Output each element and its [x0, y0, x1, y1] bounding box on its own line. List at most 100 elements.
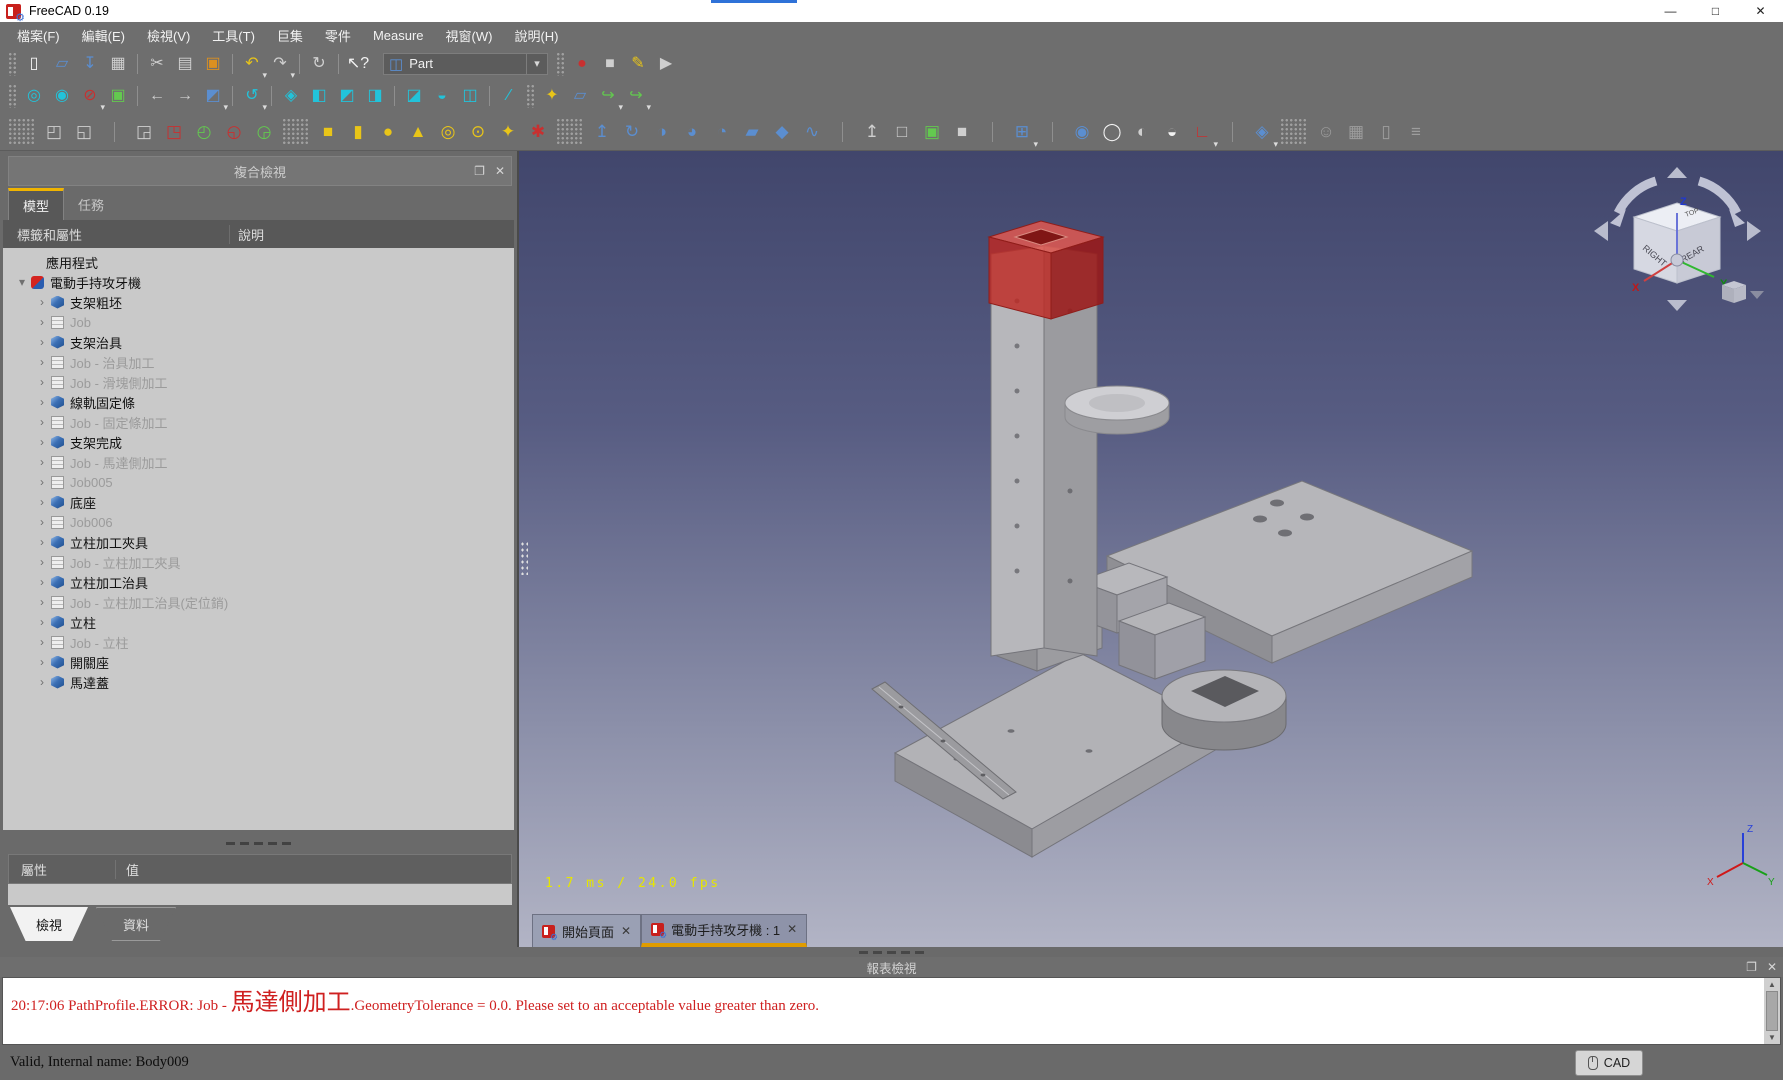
tree-item[interactable]: › Job - 固定條加工	[3, 412, 514, 432]
whats-this-button[interactable]: ↖?	[345, 51, 371, 77]
tree-item[interactable]: ▾ 電動手持攻牙機	[3, 272, 514, 292]
combo-view-tab[interactable]: 任務	[64, 188, 118, 220]
copy-button[interactable]: ▤	[172, 51, 198, 77]
tree-item[interactable]: › 立柱加工夾具	[3, 532, 514, 552]
tree-item[interactable]: › 線軌固定條	[3, 392, 514, 412]
scrollbar-thumb[interactable]	[1766, 991, 1778, 1031]
print-button[interactable]: ▦	[105, 51, 131, 77]
expand-caret-icon[interactable]: ›	[35, 355, 49, 369]
panel-splitter-handle[interactable]	[3, 836, 514, 850]
report-scrollbar[interactable]: ▲ ▼	[1764, 978, 1780, 1044]
revolve-button[interactable]: ↻	[618, 118, 646, 146]
property-tab[interactable]: 資料	[96, 907, 176, 941]
draw-style-button[interactable]: ⊘	[77, 83, 103, 109]
expand-caret-icon[interactable]: ›	[35, 335, 49, 349]
tree-item[interactable]: › Job005	[3, 472, 514, 492]
sphere-primitive-button[interactable]: ●	[374, 118, 402, 146]
box-selection-button[interactable]: ▣	[105, 83, 131, 109]
create-group-button[interactable]: ▱	[567, 83, 593, 109]
tree-item[interactable]: › Job - 立柱加工治具(定位銷)	[3, 592, 514, 612]
column-description[interactable]: 說明	[230, 225, 264, 244]
cone-primitive-button[interactable]: ▲	[404, 118, 432, 146]
mirror-button[interactable]: ◑	[648, 118, 676, 146]
workbench-selector[interactable]: ◫ Part ▾	[383, 53, 548, 75]
save-button[interactable]: ↧	[77, 51, 103, 77]
check-geometry-button[interactable]: ◵	[220, 118, 248, 146]
maximize-button[interactable]: □	[1693, 0, 1738, 22]
tree-item[interactable]: 應用程式	[3, 252, 514, 272]
document-tab[interactable]: 電動手持攻牙機 : 1 ✕	[641, 914, 807, 947]
spreadsheet-button[interactable]: ▯	[1372, 118, 1400, 146]
expand-caret-icon[interactable]: ›	[35, 475, 49, 489]
sweep-button[interactable]: ∿	[798, 118, 826, 146]
combo-view-tab[interactable]: 模型	[8, 188, 64, 220]
tree-item[interactable]: › 支架治具	[3, 332, 514, 352]
open-file-button[interactable]: ▱	[49, 51, 75, 77]
rear-view-button[interactable]: ◪	[401, 83, 427, 109]
tree-item[interactable]: › Job - 立柱加工夾具	[3, 552, 514, 572]
expand-caret-icon[interactable]: ›	[35, 415, 49, 429]
navigation-style-button[interactable]: CAD	[1575, 1050, 1643, 1076]
menu-item[interactable]: 編輯(E)	[71, 22, 136, 48]
undo-button[interactable]: ↶	[239, 51, 265, 77]
expand-caret-icon[interactable]: ›	[35, 315, 49, 329]
extrude-button[interactable]: ↥	[588, 118, 616, 146]
menu-item[interactable]: 檔案(F)	[6, 22, 71, 48]
tree-item[interactable]: › Job006	[3, 512, 514, 532]
tree-item[interactable]: › 馬達蓋	[3, 672, 514, 692]
fit-all-button[interactable]: ◎	[21, 83, 47, 109]
document-tab[interactable]: 開始頁面 ✕	[532, 914, 641, 947]
close-button[interactable]: ✕	[1738, 0, 1783, 22]
expand-caret-icon[interactable]: ▾	[15, 275, 29, 289]
3d-viewport[interactable]: TOP RIGHT REAR Z X Y Z X Y 1.7 ms / 24.0…	[517, 151, 1783, 947]
reverse-shapes-button[interactable]: ◳	[160, 118, 188, 146]
tree-item[interactable]: › 支架完成	[3, 432, 514, 452]
shape-from-mesh-button[interactable]: ◰	[40, 118, 68, 146]
column-label-properties[interactable]: 標籤和屬性	[3, 225, 230, 244]
shape-binder-button[interactable]: ■	[948, 118, 976, 146]
new-file-button[interactable]: ▯	[21, 51, 47, 77]
property-tab[interactable]: 檢視	[10, 907, 88, 941]
minimize-button[interactable]: —	[1648, 0, 1693, 22]
tree-item[interactable]: › Job - 立柱	[3, 632, 514, 652]
expand-caret-icon[interactable]: ›	[35, 655, 49, 669]
refresh-button[interactable]: ↻	[306, 51, 332, 77]
loft-button[interactable]: ◆	[768, 118, 796, 146]
menu-item[interactable]: 視窗(W)	[435, 22, 504, 48]
primitives-dialog-button[interactable]: ✱	[524, 118, 552, 146]
front-view-button[interactable]: ◧	[306, 83, 332, 109]
boolean-xor-button[interactable]: ◒	[1158, 118, 1186, 146]
top-view-button[interactable]: ◩	[334, 83, 360, 109]
boolean-union-button[interactable]: ◉	[1068, 118, 1096, 146]
expand-caret-icon[interactable]: ›	[35, 615, 49, 629]
cylinder-primitive-button[interactable]: ▮	[344, 118, 372, 146]
macro-record-button[interactable]: ●	[569, 51, 595, 77]
boolean-cut-button[interactable]: ◐	[1128, 118, 1156, 146]
home-view-button[interactable]: ◩	[200, 83, 226, 109]
convert-to-solid-button[interactable]: ◲	[130, 118, 158, 146]
nav-forward-button[interactable]: →	[172, 83, 198, 109]
tree-item[interactable]: › 開關座	[3, 652, 514, 672]
texture-button[interactable]: ▦	[1342, 118, 1370, 146]
expand-caret-icon[interactable]: ›	[35, 535, 49, 549]
chamfer-button[interactable]: ◔	[708, 118, 736, 146]
float-panel-icon[interactable]: ❐	[474, 164, 485, 178]
expand-caret-icon[interactable]: ›	[35, 375, 49, 389]
report-splitter-handle[interactable]	[0, 947, 1783, 957]
expand-caret-icon[interactable]: ›	[35, 555, 49, 569]
expand-caret-icon[interactable]: ›	[35, 295, 49, 309]
measure-button[interactable]: ∕	[496, 83, 522, 109]
tree-item[interactable]: › 底座	[3, 492, 514, 512]
fit-selection-button[interactable]: ◉	[49, 83, 75, 109]
combo-view-titlebar[interactable]: 複合檢視 ❐ ✕	[8, 156, 512, 186]
navigation-cube[interactable]: TOP RIGHT REAR Z X Y	[1590, 165, 1765, 315]
tree-item[interactable]: › Job - 滑塊側加工	[3, 372, 514, 392]
tree-item[interactable]: › Job - 馬達側加工	[3, 452, 514, 472]
right-view-button[interactable]: ◨	[362, 83, 388, 109]
torus-primitive-button[interactable]: ◎	[434, 118, 462, 146]
bottom-view-button[interactable]: ◒	[429, 83, 455, 109]
tree-item[interactable]: › Job - 治具加工	[3, 352, 514, 372]
scroll-down-icon[interactable]: ▼	[1768, 1033, 1776, 1042]
fillet-button[interactable]: ◕	[678, 118, 706, 146]
thickness-button[interactable]: □	[888, 118, 916, 146]
